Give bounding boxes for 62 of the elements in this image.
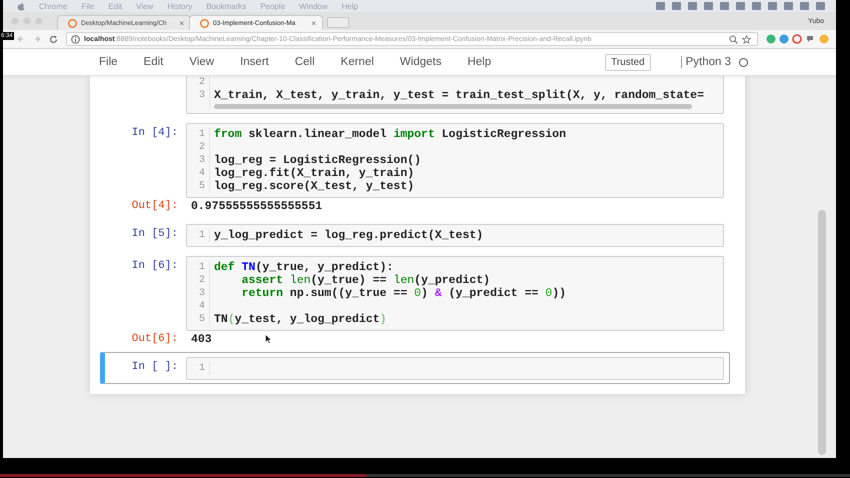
menu-item[interactable]: Help <box>467 56 492 68</box>
line-number: 2 <box>198 274 205 287</box>
code-editor[interactable]: 2 3 X_train, X_test, y_train, y_test = train_test_split(X, y, random_state= <box>186 76 724 114</box>
line-number: 1 <box>198 229 205 242</box>
extension-icons-drawing[interactable] <box>766 34 830 44</box>
scrollbar-thumb[interactable] <box>818 210 826 455</box>
status-icons-drawing[interactable] <box>656 0 826 12</box>
input-prompt: In [5]: <box>130 227 179 242</box>
menu-item[interactable]: File <box>99 56 118 68</box>
menu-item[interactable]: View <box>189 56 214 68</box>
input-prompt: In [4]: <box>130 126 179 141</box>
menu-item[interactable]: Kernel <box>340 56 374 68</box>
line-number: 1 <box>198 362 205 375</box>
code-line: log_reg.score(X_test, y_test) <box>214 180 414 193</box>
scrollbar-thumb[interactable] <box>214 104 692 109</box>
line-number: 1 <box>198 128 205 141</box>
reload-icon[interactable] <box>49 34 58 44</box>
line-number: 5 <box>198 313 205 326</box>
line-number: 3 <box>198 154 205 167</box>
code-line: log_reg.fit(X_train, y_train) <box>214 167 414 180</box>
kernel-name[interactable]: Python 3 <box>680 56 731 68</box>
code-line: log_reg = LogisticRegression() <box>214 154 422 167</box>
code-line: return np.sum((y_true == 0) & (y_predict == 0)) <box>240 287 566 300</box>
output-prompt: Out[4]: <box>130 199 179 214</box>
line-number: 4 <box>198 167 205 180</box>
trusted-button[interactable]: Trusted <box>605 54 651 70</box>
back-icon[interactable] <box>17 35 25 43</box>
zoom-icon[interactable] <box>729 34 738 44</box>
apple-icon[interactable] <box>17 2 25 10</box>
star-icon[interactable] <box>742 34 751 44</box>
code-editor[interactable]: 1 2 3 4 5 from sklearn.linear_model import LogisticRegression log_reg = LogisticRegression() log_reg.fit(X_train, y_train) log_reg.score(X_test, y_test) <box>186 123 724 198</box>
line-number: 3 <box>198 287 205 300</box>
code-line: X_train, X_test, y_train, y_test = train_test_split(X, y, random_state= <box>214 89 704 102</box>
code-editor[interactable]: 1 2 3 4 5 def TN(y_true, y_predict): assert len(y_true) == len(y_predict) return np.sum((y_true == 0) & (y_predict == 0)) TN(y_test, y_log_predict) <box>186 256 724 331</box>
menu-item[interactable]: Insert <box>240 56 269 68</box>
output-prompt: Out[6]: <box>130 332 179 347</box>
input-prompt: In [ ]: <box>130 360 179 375</box>
input-prompt: In [6]: <box>130 259 179 274</box>
close-button[interactable]: × <box>311 18 316 28</box>
code-editor[interactable]: 1 y_log_predict = log_reg.predict(X_test) <box>186 224 724 247</box>
line-number: 3 <box>198 89 205 102</box>
selected-cell[interactable]: In [ ]: 1 <box>100 352 730 384</box>
line-number: 4 <box>198 300 205 313</box>
new-tab-button[interactable] <box>327 17 349 28</box>
code-line: def TN(y_true, y_predict): <box>214 261 394 274</box>
output-text: 403 <box>190 332 212 348</box>
menu-item[interactable]: Widgets <box>400 56 442 68</box>
info-icon[interactable] <box>71 34 80 44</box>
code-line: y_log_predict = log_reg.predict(X_test) <box>214 229 484 242</box>
line-number: 5 <box>198 180 205 193</box>
forward-icon[interactable] <box>33 35 41 43</box>
menu-item[interactable]: Cell <box>294 56 315 68</box>
close-button[interactable]: × <box>179 18 184 28</box>
line-number: 1 <box>198 261 205 274</box>
mouse-pointer-icon <box>265 334 272 344</box>
output-text: 0.97555555555555551 <box>190 199 322 215</box>
code-line: TN(y_test, y_log_predict) <box>214 313 387 326</box>
code-line: from sklearn.linear_model import LogisticRegression <box>214 128 566 141</box>
line-number: 2 <box>198 76 205 89</box>
menu-item[interactable]: Edit <box>144 56 164 68</box>
code-line: assert len(y_true) == len(y_predict) <box>240 274 490 287</box>
line-number: 2 <box>198 141 205 154</box>
